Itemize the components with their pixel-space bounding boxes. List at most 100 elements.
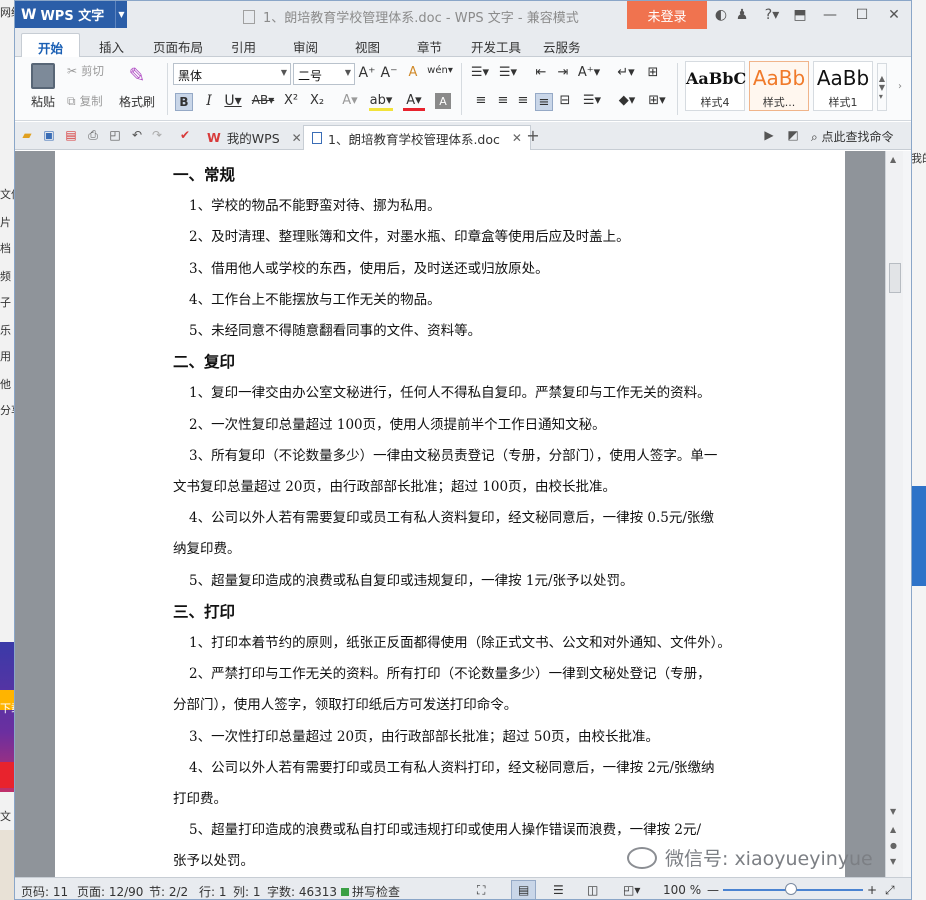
shading-icon[interactable]: ◆▾ (615, 93, 639, 108)
show-marks-icon[interactable]: ↵▾ (615, 65, 637, 80)
tab-references[interactable]: 引用 (231, 37, 256, 56)
app-menu-button[interactable]: W WPS 文字 ▼ (15, 1, 127, 28)
tab-page-layout[interactable]: 页面布局 (153, 37, 203, 56)
style-4[interactable]: AaBbC 样式4 (685, 61, 746, 111)
minimize-icon[interactable]: — (821, 6, 839, 24)
font-name-select[interactable]: 黑体 ▼ (173, 63, 291, 85)
skin-icon[interactable]: ◐ (712, 6, 730, 24)
style-gallery-scroll[interactable]: ▲ ▼ ▾ (877, 63, 887, 111)
tab-insert[interactable]: 插入 (99, 37, 124, 56)
feedback-icon[interactable]: ◩ (785, 127, 801, 143)
print-preview-icon[interactable]: ◰ (107, 127, 123, 143)
paragraph-line: 3、借用他人或学校的东西，使用后，及时送还或归放原处。 (189, 260, 549, 277)
chevron-right-icon[interactable]: › (895, 81, 905, 92)
align-center-icon[interactable]: ≡ (495, 93, 511, 108)
decrease-indent-icon[interactable]: ⇤ (533, 65, 549, 80)
share-icon[interactable]: ▶ (761, 127, 777, 143)
numbered-list-icon[interactable]: ☰▾ (497, 65, 519, 80)
chinese-layout-icon[interactable]: A⁺▾ (577, 65, 601, 80)
font-color-icon[interactable]: A▾ (403, 93, 425, 111)
undo-icon[interactable]: ↶ (129, 127, 145, 143)
open-folder-icon[interactable]: ▰ (19, 127, 35, 143)
spell-check-label: 拼写检查 (352, 885, 401, 899)
format-painter-button[interactable]: ✎ 格式刷 (117, 63, 157, 110)
login-button[interactable]: 未登录 (627, 1, 707, 29)
export-pdf-icon[interactable]: ▤ (63, 127, 79, 143)
clear-format-icon[interactable]: A (405, 65, 421, 80)
style-active[interactable]: AaBb 样式... (749, 61, 809, 111)
scroll-down-icon[interactable]: ▼ (890, 807, 896, 816)
italic-button[interactable]: I (201, 93, 217, 109)
line-spacing-icon[interactable]: ☰▾ (581, 93, 603, 108)
copy-button[interactable]: ⧉ 复制 (67, 93, 103, 109)
zoom-in-icon[interactable]: + (867, 883, 877, 897)
align-right-icon[interactable]: ≡ (515, 93, 531, 108)
paste-button[interactable]: 粘贴 (23, 63, 63, 110)
fit-icon[interactable]: ⤢ (885, 883, 895, 898)
status-page[interactable]: 页面: 12/90 (77, 883, 143, 899)
justify-icon[interactable]: ≡ (535, 93, 553, 111)
vertical-scrollbar[interactable]: ▲ ▼ ▲ ● ▼ (885, 151, 903, 877)
close-icon[interactable]: ✕ (885, 6, 903, 24)
tab-view[interactable]: 视图 (355, 37, 380, 56)
reading-mode-icon[interactable]: ◰▾ (623, 883, 640, 897)
close-icon[interactable]: ✕ (512, 131, 522, 145)
chevron-down-icon[interactable]: ▼ (115, 1, 127, 28)
char-shading-icon[interactable]: A (435, 93, 451, 109)
prev-page-icon[interactable]: ▲ (890, 825, 896, 834)
redo-icon[interactable]: ↷ (149, 127, 165, 143)
grow-font-icon[interactable]: A⁺ (359, 65, 376, 81)
pin-icon[interactable]: ✔ (177, 127, 193, 143)
increase-indent-icon[interactable]: ⇥ (555, 65, 571, 80)
style-label: 样式... (762, 96, 796, 109)
highlight-icon[interactable]: ab▾ (369, 93, 393, 111)
next-page-icon[interactable]: ▼ (890, 857, 896, 866)
command-search[interactable]: ⌕ 点此查找命令 (811, 128, 894, 145)
scroll-thumb[interactable] (889, 263, 901, 293)
tab-home[interactable]: 开始 (21, 33, 81, 58)
full-screen-icon[interactable]: ⛶ (477, 883, 485, 898)
strikethrough-button[interactable]: AB▾ (251, 93, 275, 107)
print-icon[interactable]: ⎙ (85, 127, 101, 143)
page-view-icon[interactable]: ▤ (511, 880, 537, 899)
shrink-font-icon[interactable]: A⁻ (381, 65, 398, 81)
restore-icon[interactable]: ⬒ (791, 6, 809, 24)
status-word-count[interactable]: 字数: 46313 (267, 883, 337, 899)
wps-logo-icon: W (21, 6, 37, 23)
zoom-out-icon[interactable]: — (707, 883, 719, 897)
underline-button[interactable]: U▾ (223, 93, 243, 109)
web-view-icon[interactable]: ◫ (587, 883, 598, 897)
tab-review[interactable]: 审阅 (293, 37, 318, 56)
table-icon[interactable]: ⊞ (645, 65, 661, 80)
close-icon[interactable]: ✕ (292, 131, 302, 145)
zoom-slider-thumb[interactable] (785, 883, 797, 895)
maximize-icon[interactable]: ☐ (853, 6, 871, 24)
select-browse-icon[interactable]: ● (890, 841, 897, 850)
text-effect-icon[interactable]: A▾ (339, 93, 361, 108)
spell-check[interactable]: 拼写检查 (341, 883, 401, 899)
distributed-icon[interactable]: ⊟ (557, 93, 573, 108)
superscript-button[interactable]: X² (281, 93, 301, 108)
zoom-value[interactable]: 100 % (663, 883, 701, 897)
tab-developer[interactable]: 开发工具 (471, 37, 521, 56)
bold-button[interactable]: B (175, 93, 193, 111)
pinyin-icon[interactable]: wén▾ (427, 65, 453, 76)
align-left-icon[interactable]: ≡ (473, 93, 489, 108)
cut-button[interactable]: ✂ 剪切 (67, 63, 104, 79)
document-page[interactable]: 一、常规 1、学校的物品不能野蛮对待、挪为私用。 2、及时清理、整理账簿和文件，对墨… (55, 151, 845, 877)
outline-view-icon[interactable]: ☰ (553, 883, 564, 897)
tab-my-wps[interactable]: W 我的WPS ✕ (199, 125, 310, 150)
help-icon[interactable]: ?▾ (758, 6, 786, 24)
tab-cloud[interactable]: 云服务 (543, 37, 581, 56)
save-icon[interactable]: ▣ (41, 127, 57, 143)
new-tab-icon[interactable]: + (525, 126, 541, 145)
bullet-list-icon[interactable]: ☰▾ (469, 65, 491, 80)
borders-icon[interactable]: ⊞▾ (645, 93, 669, 108)
shirt-icon[interactable]: ♟ (733, 6, 751, 24)
font-size-select[interactable]: 二号 ▼ (293, 63, 355, 85)
style-1[interactable]: AaBb 样式1 (813, 61, 873, 111)
tab-section[interactable]: 章节 (417, 37, 442, 56)
tab-document[interactable]: 1、朗培教育学校管理体系.doc ✕ (303, 125, 531, 150)
scroll-up-icon[interactable]: ▲ (890, 155, 896, 164)
subscript-button[interactable]: X₂ (307, 93, 327, 108)
